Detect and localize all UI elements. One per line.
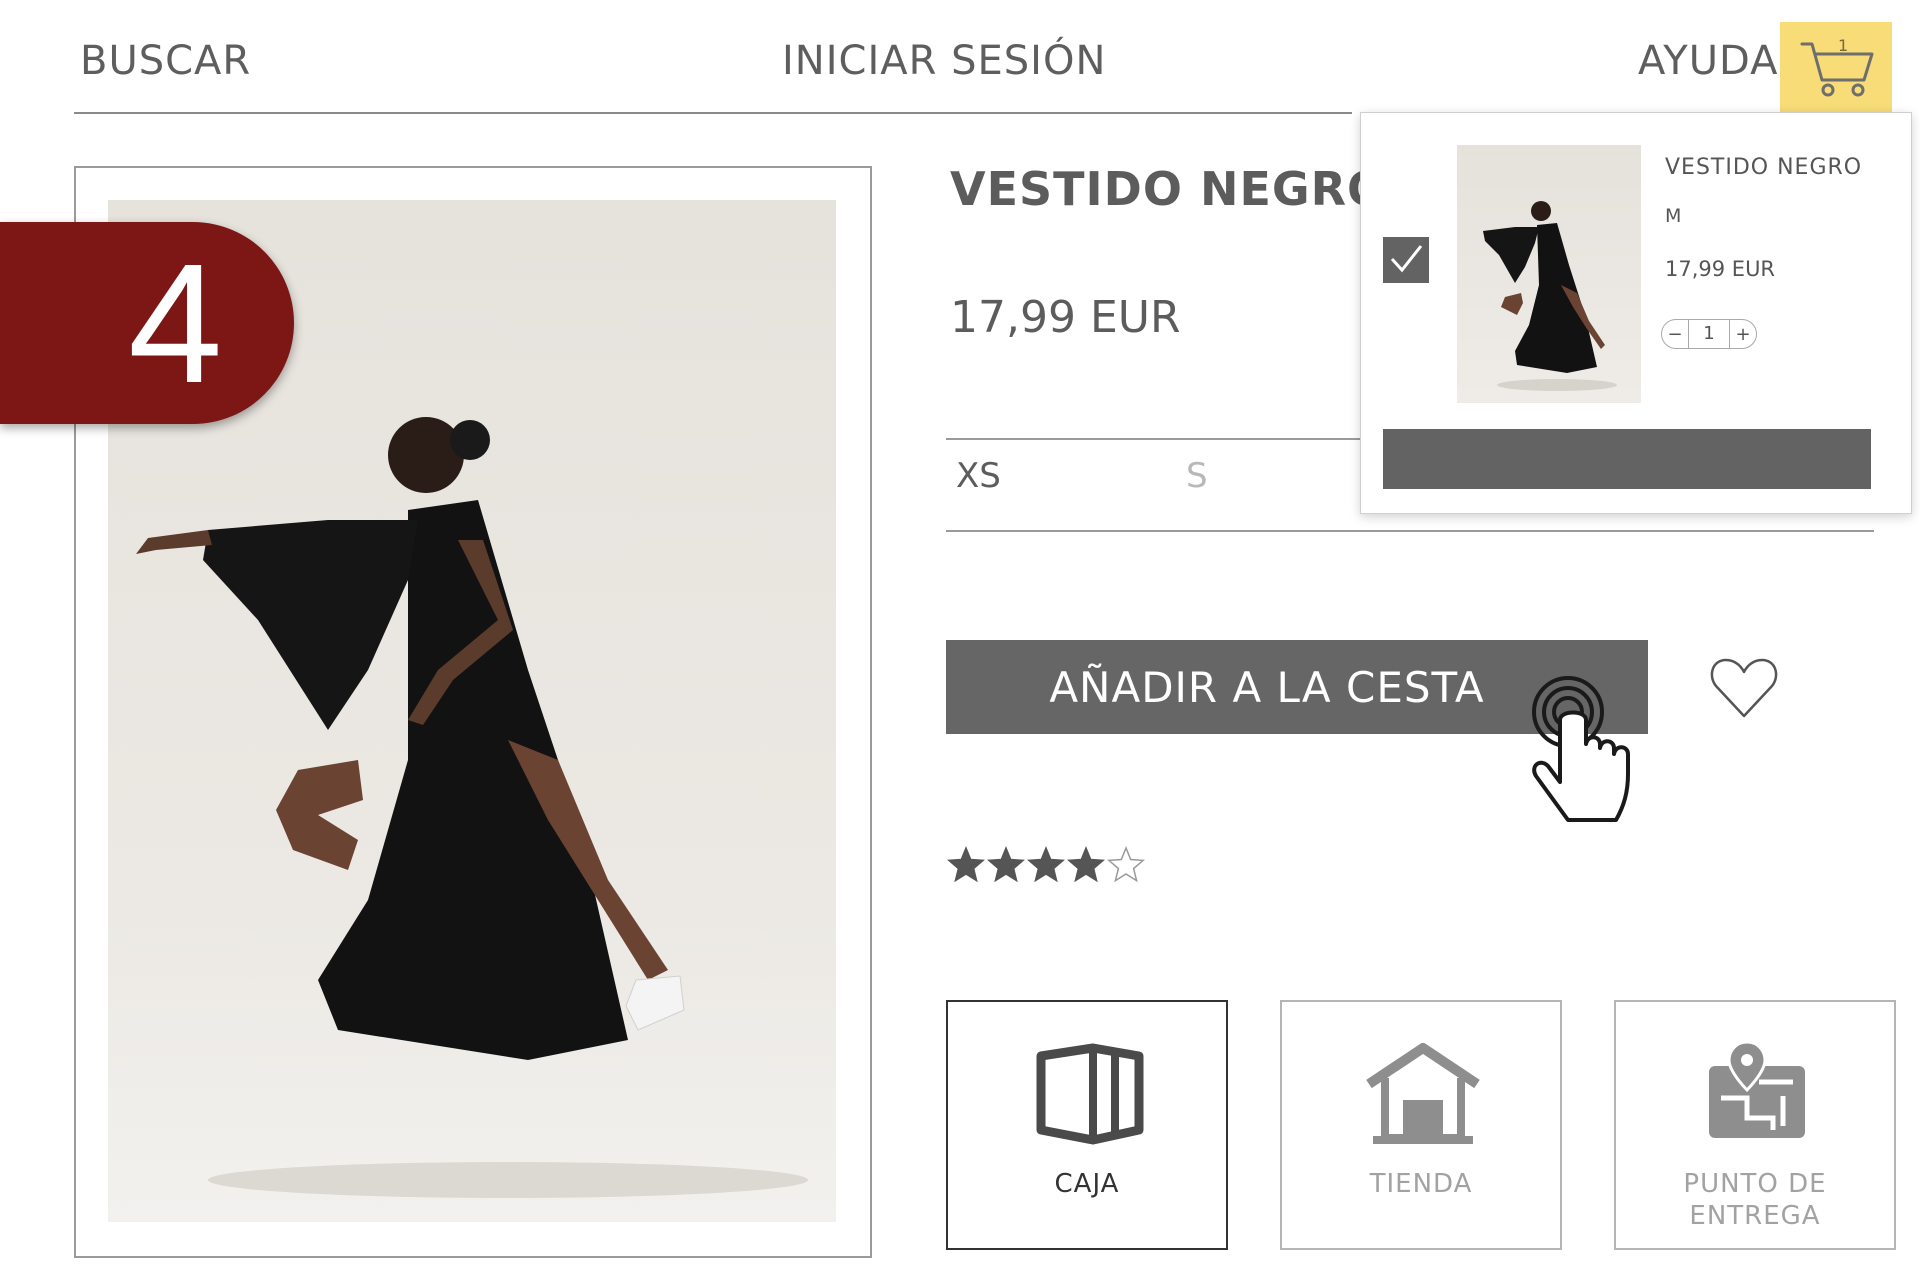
star-empty-icon <box>1107 846 1145 883</box>
add-to-cart-label: AÑADIR A LA CESTA <box>1049 662 1485 712</box>
step-number: 4 <box>128 229 223 419</box>
store-icon <box>1366 1043 1480 1144</box>
help-link[interactable]: AYUDA <box>1638 38 1778 84</box>
delivery-option-pickup-point[interactable]: PUNTO DE ENTREGA <box>1614 1000 1896 1250</box>
cart-button[interactable]: 1 <box>1780 22 1892 112</box>
delivery-option-store[interactable]: TIENDA <box>1280 1000 1562 1250</box>
star-filled-icon <box>1067 846 1105 883</box>
size-option-xs[interactable]: XS <box>956 456 1001 496</box>
thumbnail-illustration <box>1483 201 1617 391</box>
search-link[interactable]: BUSCAR <box>80 38 251 84</box>
shopping-cart-icon <box>1800 42 1874 97</box>
delivery-label-store: TIENDA <box>1369 1169 1473 1199</box>
step-badge: 4 <box>0 222 294 424</box>
size-bottom-divider <box>946 530 1874 532</box>
cart-item-price: 17,99 EUR <box>1665 257 1776 281</box>
map-pin-icon <box>1709 1040 1805 1138</box>
login-link[interactable]: INICIAR SESIÓN <box>782 38 1106 84</box>
cart-item-size: M <box>1665 205 1682 227</box>
size-option-s[interactable]: S <box>1186 456 1208 496</box>
product-title: VESTIDO NEGRO <box>950 162 1388 216</box>
header-divider <box>74 112 1352 114</box>
star-filled-icon <box>1027 846 1065 883</box>
delivery-label-pickup-point: PUNTO DE ENTREGA <box>1683 1169 1827 1231</box>
delivery-option-box[interactable]: CAJA <box>946 1000 1228 1250</box>
star-rating <box>947 846 1145 883</box>
star-filled-icon <box>987 846 1025 883</box>
box-icon <box>1036 1043 1144 1145</box>
check-icon <box>1390 245 1423 273</box>
quantity-value[interactable]: 1 <box>1688 320 1730 348</box>
cart-count-badge: 1 <box>1838 36 1849 55</box>
product-price: 17,99 EUR <box>950 292 1181 343</box>
cart-item-thumbnail <box>1457 145 1641 403</box>
mini-cart-dropdown: VESTIDO NEGRO M 17,99 EUR − 1 + <box>1360 112 1912 514</box>
checkout-button[interactable] <box>1383 429 1871 489</box>
cart-item-name: VESTIDO NEGRO <box>1665 155 1863 180</box>
hand-pointer-icon <box>1532 676 1630 822</box>
star-filled-icon <box>947 846 985 883</box>
quantity-stepper: − 1 + <box>1661 319 1757 349</box>
item-checkbox[interactable] <box>1383 237 1429 283</box>
heart-outline-icon[interactable] <box>1708 652 1780 724</box>
quantity-increase-button[interactable]: + <box>1730 324 1756 345</box>
delivery-label-box: CAJA <box>1054 1169 1120 1199</box>
quantity-decrease-button[interactable]: − <box>1662 324 1688 345</box>
